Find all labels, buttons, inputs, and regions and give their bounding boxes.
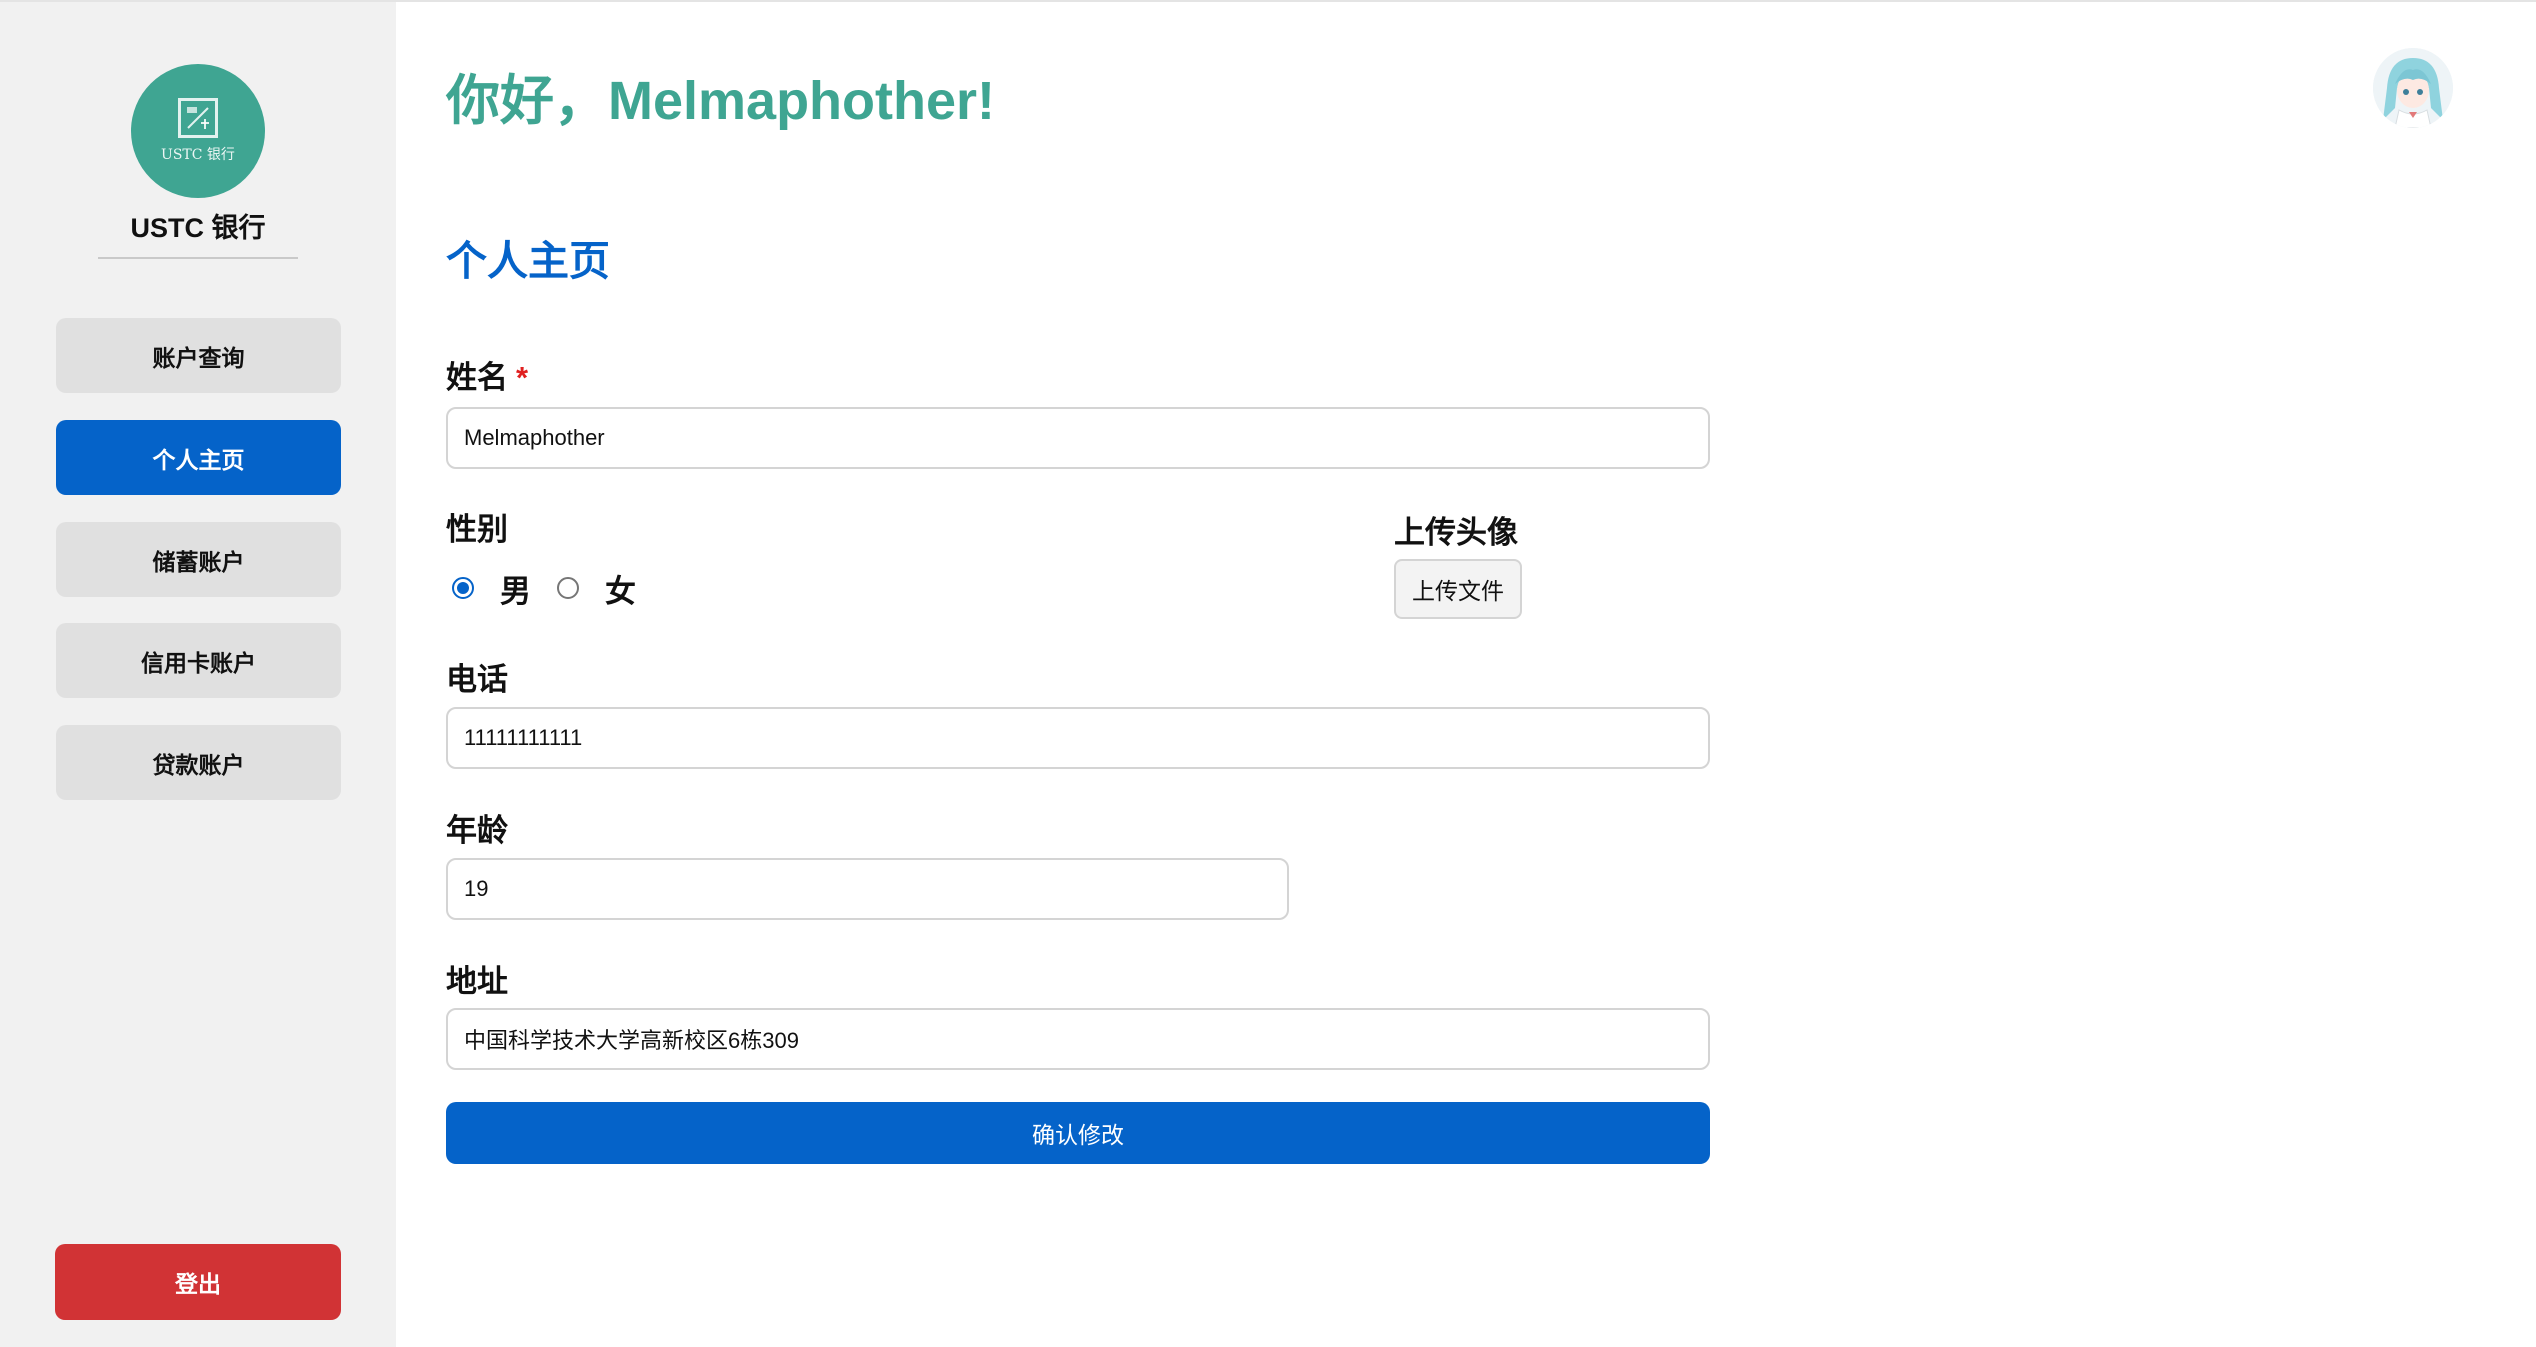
nav-loan-account[interactable]: 贷款账户 [56,725,341,800]
bank-logo: USTC 银行 [131,64,265,198]
nav-credit-card-account[interactable]: 信用卡账户 [56,623,341,698]
logo-text: USTC 银行 [161,147,235,163]
brand-name: USTC 银行 [130,213,266,243]
gender-female-label[interactable]: 女 [605,566,636,611]
name-label: 姓名 * [446,352,528,397]
nav-profile[interactable]: 个人主页 [56,420,341,495]
phone-input[interactable] [446,707,1710,769]
gender-radio-group: 男 女 [452,566,662,611]
logo-mark-icon [178,98,218,138]
logout-button[interactable]: 登出 [55,1244,341,1320]
address-input[interactable] [446,1008,1710,1070]
upload-file-button[interactable]: 上传文件 [1394,559,1522,619]
page-title: 个人主页 [446,238,610,284]
app-root: USTC 银行 USTC 银行 账户查询 个人主页 储蓄账户 信用卡账户 贷款账… [0,0,2536,1347]
anime-avatar-icon[interactable] [2373,48,2453,128]
name-label-text: 姓名 [446,360,508,395]
nav-savings-account[interactable]: 储蓄账户 [56,522,341,597]
required-mark: * [516,360,529,395]
gender-male-label[interactable]: 男 [500,566,531,611]
greeting-title: 你好，Melmaphother! [446,71,996,131]
avatar-upload-label: 上传头像 [1394,515,1518,550]
gender-female-radio[interactable] [557,577,579,599]
age-label: 年龄 [446,813,508,848]
phone-label: 电话 [446,662,508,697]
gender-male-radio[interactable] [452,577,474,599]
confirm-changes-button[interactable]: 确认修改 [446,1102,1710,1164]
sidebar: USTC 银行 USTC 银行 账户查询 个人主页 储蓄账户 信用卡账户 贷款账… [0,2,396,1347]
nav-account-query[interactable]: 账户查询 [56,318,341,393]
age-input[interactable] [446,858,1289,920]
gender-label: 性别 [446,512,508,547]
address-label: 地址 [446,964,508,999]
brand-divider [98,257,298,259]
name-input[interactable] [446,407,1710,469]
